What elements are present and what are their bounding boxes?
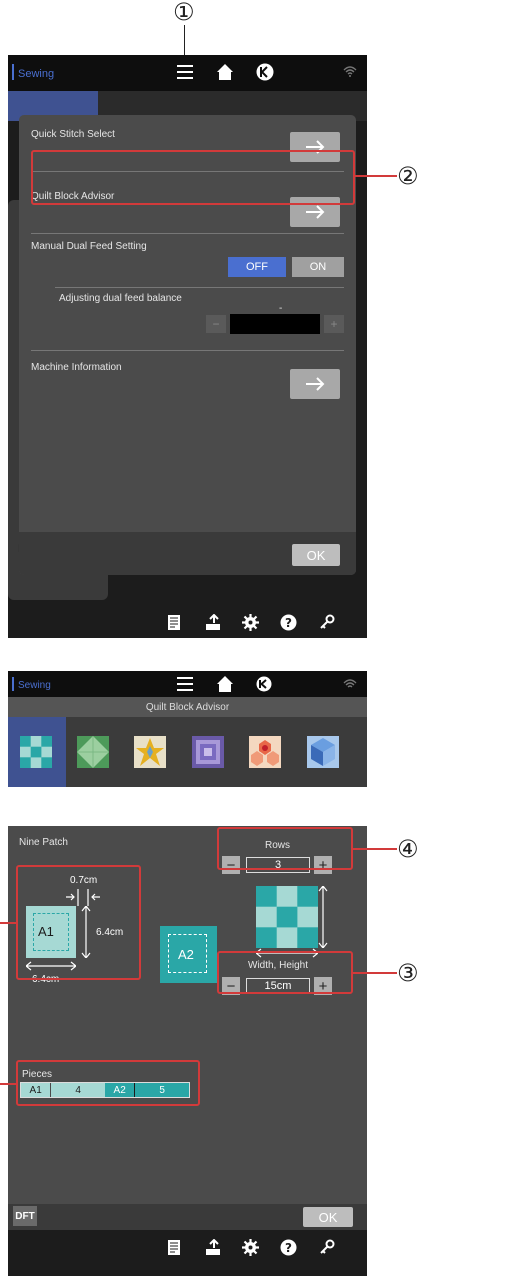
plus-label: +: [330, 317, 338, 331]
on-label: ON: [309, 261, 327, 273]
home-icon[interactable]: [217, 63, 233, 81]
highlight-pieces: [16, 1060, 200, 1106]
quick-stitch-label: Quick Stitch Select: [31, 129, 115, 140]
callout-1-leader: [184, 25, 185, 59]
callout-4: ④: [397, 835, 419, 863]
home-icon[interactable]: [217, 676, 233, 692]
pattern-pinwheel-icon[interactable]: [77, 736, 109, 768]
off-label: OFF: [246, 261, 268, 273]
menu-icon[interactable]: [177, 63, 193, 81]
dft-label: DFT: [15, 1210, 35, 1222]
svg-text:?: ?: [285, 1241, 292, 1255]
pattern-star-icon[interactable]: [134, 736, 166, 768]
adjust-label: Adjusting dual feed balance: [59, 293, 182, 304]
preview-height-arrow: [318, 886, 328, 948]
status-accent: [12, 64, 14, 80]
callout-2: ②: [397, 162, 419, 190]
pattern-nine-patch-icon[interactable]: [20, 736, 52, 768]
key-icon[interactable]: [319, 1239, 336, 1256]
adjust-plus-button[interactable]: +: [324, 315, 344, 333]
piece-a2-label: A2: [178, 947, 194, 962]
upload-icon[interactable]: [205, 614, 221, 631]
stitch-chart-icon[interactable]: [168, 615, 182, 631]
pattern-log-cabin-icon[interactable]: [192, 736, 224, 768]
dual-feed-off-button[interactable]: OFF: [228, 257, 286, 277]
ok-button[interactable]: OK: [303, 1207, 353, 1227]
callout-3-leader: [353, 972, 397, 974]
back-icon[interactable]: [256, 63, 274, 81]
wifi-icon: [343, 679, 357, 688]
highlight-size: [217, 951, 353, 994]
ok-label: OK: [318, 1209, 338, 1225]
dft-button[interactable]: DFT: [13, 1206, 37, 1226]
status-bar: Sewing: [8, 55, 367, 91]
highlight-quilt-block: [31, 150, 355, 205]
callout-3: ③: [397, 959, 419, 987]
wifi-icon: [343, 66, 357, 77]
block-preview: [256, 886, 318, 948]
settings-gear-icon[interactable]: [242, 1239, 259, 1256]
menu-footer: OK: [19, 532, 356, 575]
key-icon[interactable]: [319, 614, 336, 631]
screen-1: Sewing R Quick Stitch Select Quilt Block…: [8, 55, 367, 638]
settings-gear-icon[interactable]: [242, 614, 259, 631]
pattern-tumbling-blocks-icon[interactable]: [307, 736, 339, 768]
menu-icon[interactable]: [177, 676, 193, 692]
callout-1: ①: [173, 0, 195, 26]
pattern-hexagon-icon[interactable]: [249, 736, 281, 768]
machine-info-label: Machine Information: [31, 362, 122, 373]
panel-footer: DFT OK: [8, 1204, 367, 1230]
ok-button[interactable]: OK: [292, 544, 340, 566]
divider: [55, 287, 344, 288]
help-icon[interactable]: ?: [280, 614, 297, 631]
minus-label: −: [212, 317, 220, 331]
upload-icon[interactable]: [205, 1239, 221, 1256]
dual-feed-label: Manual Dual Feed Setting: [31, 241, 147, 252]
divider: [31, 350, 344, 351]
arrow-right-icon: [306, 377, 325, 391]
stitch-chart-icon[interactable]: [168, 1240, 182, 1256]
status-bar: Sewing: [8, 671, 367, 697]
svg-text:?: ?: [285, 616, 292, 630]
status-accent: [12, 677, 14, 691]
divider: [31, 233, 344, 234]
machine-info-button[interactable]: [290, 369, 340, 399]
ok-label: OK: [306, 547, 326, 563]
screen-2-top: Sewing Quilt Block Advisor: [8, 671, 367, 787]
quilt-header-title: Quilt Block Advisor: [145, 701, 230, 713]
back-icon[interactable]: [256, 676, 272, 692]
quilt-header: Quilt Block Advisor: [8, 697, 367, 717]
app-title: Sewing: [18, 68, 55, 80]
adjust-value-display: -: [279, 303, 283, 314]
help-icon[interactable]: ?: [280, 1239, 297, 1256]
app-title: Sewing: [18, 680, 51, 691]
piece-a2: A2: [160, 926, 217, 983]
a1-leader: [0, 922, 16, 924]
dual-feed-on-button[interactable]: ON: [292, 257, 344, 277]
highlight-a1-piece: [16, 865, 141, 980]
callout-2-leader: [355, 175, 397, 177]
pieces-leader: [0, 1083, 16, 1085]
arrow-right-icon: [306, 205, 325, 219]
callout-4-leader: [353, 848, 397, 850]
block-title: Nine Patch: [19, 837, 68, 848]
highlight-rows: [217, 827, 353, 870]
adjust-minus-button[interactable]: −: [206, 315, 226, 333]
adjust-value-field: [230, 314, 320, 334]
